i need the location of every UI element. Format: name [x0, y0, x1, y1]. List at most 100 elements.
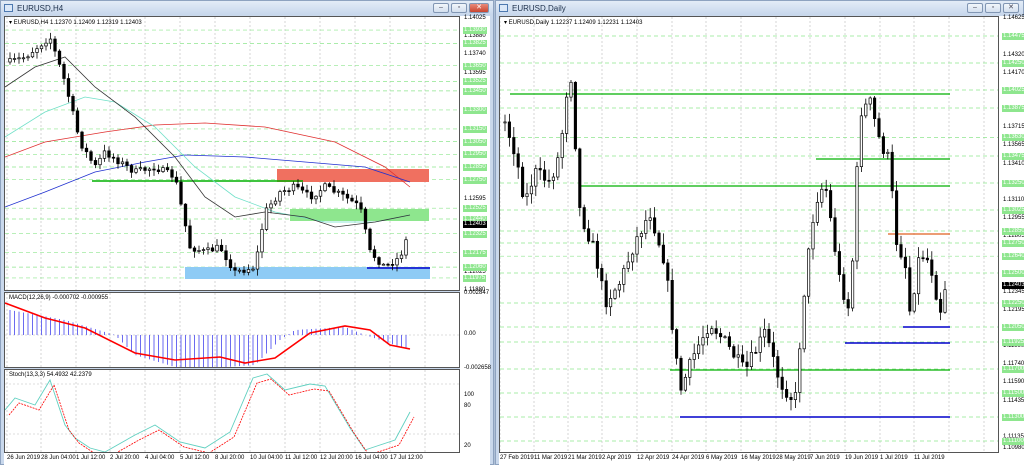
- title-bar[interactable]: EURUSD,Daily – ▫ ✕: [496, 1, 1023, 15]
- bear-candle: [600, 268, 604, 282]
- daily-chart-window[interactable]: EURUSD,Daily – ▫ ✕ ▾ EURUSD,Daily 1.1223…: [495, 0, 1024, 465]
- bear-candle: [210, 247, 215, 252]
- bear-candle: [881, 136, 885, 154]
- level-price-label: 1.13025: [1002, 207, 1024, 214]
- bull-candle: [644, 220, 648, 234]
- bull-candle: [395, 258, 399, 266]
- bull-candle: [35, 48, 39, 53]
- level-price-label: 1.12640: [1002, 253, 1024, 261]
- bear-candle: [657, 232, 661, 246]
- bear-candle: [714, 328, 718, 334]
- level-price-label: 1.12060: [463, 264, 487, 272]
- minimize-button[interactable]: –: [967, 3, 983, 13]
- level-price-label: 1.13300: [463, 106, 487, 114]
- time-label: 17 Jul 12:00: [390, 455, 423, 461]
- bear-candle: [233, 267, 237, 271]
- bear-candle: [837, 251, 841, 275]
- bear-candle: [595, 240, 599, 269]
- price-label: 1.12345: [1003, 288, 1024, 295]
- price-axis[interactable]: 1.14025 1.13880 1.13740 1.13595 1.12595 1.120…: [460, 15, 491, 461]
- bear-candle: [741, 354, 745, 363]
- bull-candle: [943, 289, 947, 313]
- h4-chart-window[interactable]: EURUSD,H4 – ▫ ✕ ▾ EURUSD,H4 1.12370 1.12…: [0, 0, 494, 465]
- maximize-button[interactable]: ▫: [451, 3, 467, 13]
- level-price-label: 1.13250: [1002, 180, 1024, 187]
- bear-candle: [174, 176, 179, 183]
- time-label: 28 May 2019: [776, 455, 811, 461]
- bear-candle: [719, 333, 723, 338]
- level-price-label: 1.12325: [463, 230, 487, 238]
- time-label: 24 Apr 2019: [672, 455, 705, 461]
- time-axis[interactable]: 27 Feb 2019 11 Mar 2019 21 Mar 2019 2 Apr 2…: [499, 453, 1024, 465]
- ma-cyan-line: [5, 96, 411, 223]
- bull-candle: [811, 222, 815, 250]
- close-button[interactable]: ✕: [469, 3, 489, 13]
- bear-candle: [345, 193, 350, 199]
- level-price-label: 1.13525: [463, 78, 487, 86]
- bear-candle: [538, 168, 542, 171]
- bear-candle: [80, 131, 84, 149]
- bear-candle: [75, 110, 80, 133]
- maximize-button[interactable]: ▫: [985, 3, 1001, 13]
- level-price-label: 1.12175: [463, 249, 487, 257]
- price-chart-pane[interactable]: ▾ EURUSD,H4 1.12370 1.12409 1.12319 1.12…: [4, 16, 460, 291]
- bear-candle: [547, 179, 551, 182]
- bear-candle: [363, 208, 368, 230]
- bull-candle: [705, 333, 709, 338]
- minimize-button[interactable]: –: [433, 3, 449, 13]
- bear-candle: [670, 279, 674, 330]
- level-price-label: 1.14475: [1002, 33, 1024, 40]
- bull-candle: [534, 168, 538, 187]
- bear-candle: [305, 189, 309, 193]
- bull-candle: [626, 261, 630, 269]
- time-label: 16 Jul 04:00: [355, 455, 388, 461]
- bear-candle: [921, 257, 925, 260]
- bear-candle: [386, 263, 390, 266]
- bear-candle: [925, 257, 929, 261]
- bear-candle: [903, 256, 907, 269]
- time-label: 2 Apr 2019: [602, 455, 632, 461]
- macd-scale-label: 0.00: [464, 331, 476, 337]
- price-chart-pane[interactable]: ▾ EURUSD,Daily 1.12237 1.12409 1.12231 1…: [499, 16, 999, 453]
- bear-candle: [125, 161, 129, 166]
- level-price-label: 1.11100: [1002, 438, 1024, 445]
- title-bar[interactable]: EURUSD,H4 – ▫ ✕: [1, 1, 493, 15]
- level-price-label: 1.13150: [463, 125, 487, 133]
- chart-window-icon: [4, 4, 13, 12]
- level-price-label: 1.12950: [463, 151, 487, 159]
- macd-pane[interactable]: MACD(12,26,9) -0.000702 -0.000955: [4, 292, 460, 368]
- bear-candle: [183, 203, 188, 227]
- time-label: 27 Feb 2019: [500, 455, 534, 461]
- price-axis[interactable]: 1.14625 1.14320 1.14170 1.13715 1.13565 1.134…: [999, 15, 1024, 453]
- close-button[interactable]: ✕: [1003, 3, 1019, 13]
- bull-candle: [503, 121, 507, 124]
- time-label: 28 Jun 04:00: [41, 455, 76, 461]
- bear-candle: [359, 202, 363, 210]
- level-price-label: 1.12050: [1002, 324, 1024, 331]
- bull-candle: [381, 263, 386, 266]
- level-price-label: 1.12250: [1002, 300, 1024, 307]
- bear-candle: [62, 63, 66, 79]
- bull-candle: [278, 191, 282, 202]
- bull-candle: [617, 284, 621, 291]
- bull-candle: [291, 183, 296, 192]
- bull-candle: [868, 97, 872, 105]
- bear-candle: [895, 190, 899, 245]
- bull-candle: [864, 103, 868, 117]
- bear-candle: [53, 38, 57, 52]
- bull-candle: [8, 58, 12, 63]
- bear-candle: [842, 274, 846, 300]
- bear-candle: [143, 167, 147, 171]
- bear-candle: [776, 356, 780, 378]
- bull-candle: [336, 190, 341, 193]
- stoch-signal-line: [8, 378, 415, 452]
- bear-candle: [930, 259, 934, 276]
- bull-candle: [807, 248, 811, 297]
- bull-candle: [237, 269, 242, 272]
- bear-candle: [107, 150, 111, 158]
- bull-candle: [44, 42, 48, 47]
- time-axis[interactable]: 26 Jun 2019 28 Jun 04:00 1 Jul 12:00 2 Jul …: [4, 453, 490, 465]
- bull-candle: [701, 337, 705, 346]
- stochastic-pane[interactable]: Stoch(13,3,3) 54.4932 42.2379: [4, 369, 460, 453]
- bull-candle: [855, 166, 859, 262]
